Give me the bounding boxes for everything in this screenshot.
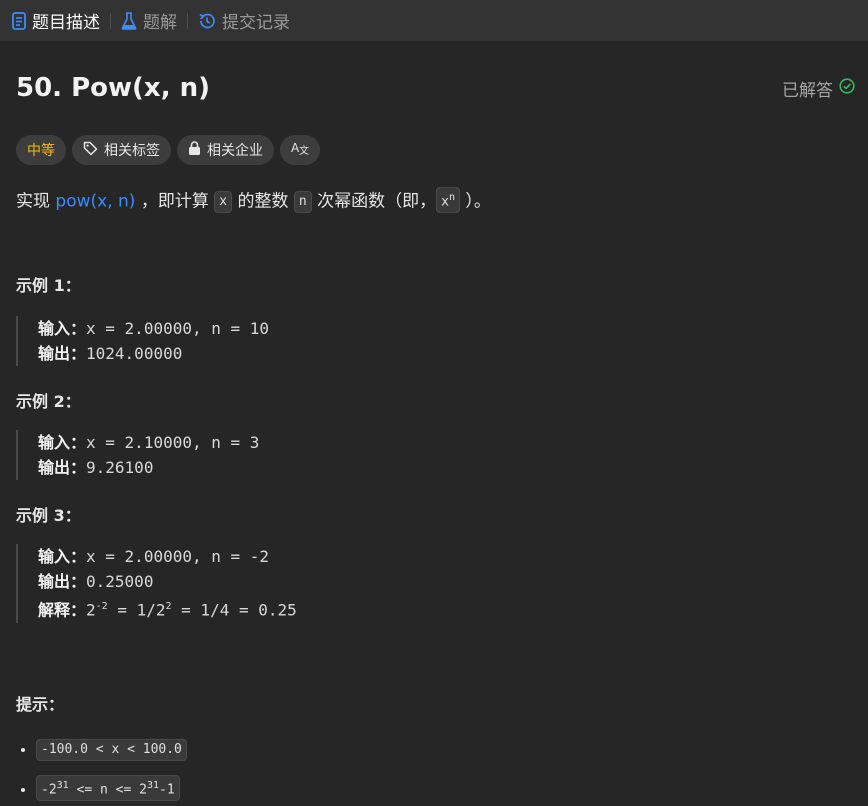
related-companies-button[interactable]: 相关企业 [177, 135, 274, 165]
problem-description: 实现 pow(x, n) ，即计算 x 的整数 n 次幂函数（即， xn ）。 [16, 187, 852, 214]
example-block: 输入：x = 2.10000, n = 3 输出：9.26100 [16, 430, 852, 481]
explain-label: 解释： [38, 600, 87, 620]
exponent: n [448, 192, 455, 203]
solved-label: 已解答 [782, 80, 833, 101]
constraint-text: <= n <= 2 [68, 781, 147, 797]
lock-icon [188, 140, 201, 160]
constraints-list: -100.0 < x < 100.0 -231 <= n <= 231-1 [16, 738, 852, 801]
output-label: 输出： [38, 458, 87, 478]
example-input: x = 2.00000, n = -2 [86, 547, 270, 567]
tag-row: 中等 相关标签 相关企业 A文 [16, 135, 852, 165]
explain-text: = 1/4 = 0.25 [171, 600, 297, 620]
output-label: 输出： [38, 344, 87, 364]
pow-link[interactable]: pow(x, n) [55, 191, 135, 211]
tab-label: 题解 [143, 13, 177, 33]
constraint-code: -231 <= n <= 231-1 [36, 774, 180, 801]
desc-text: ）。 [459, 191, 491, 212]
desc-text: 次幂函数（即， [311, 191, 437, 212]
flask-icon [121, 11, 137, 30]
list-item: -231 <= n <= 231-1 [36, 774, 852, 801]
tab-bar: 题目描述 题解 提交记录 [0, 0, 868, 41]
code-x-pow-n: xn [436, 187, 460, 214]
svg-text:文: 文 [299, 144, 309, 155]
base: x [441, 194, 449, 210]
translate-button[interactable]: A文 [280, 135, 320, 165]
example-title: 示例 3： [16, 506, 81, 526]
desc-text: 实现 [16, 191, 56, 212]
code-x: x [214, 191, 233, 214]
example-title: 示例 1： [16, 276, 81, 296]
input-label: 输入： [38, 319, 87, 339]
solved-status: 已解答 [782, 76, 855, 101]
example-output: 0.25000 [86, 572, 154, 592]
constraint-code: -100.0 < x < 100.0 [36, 738, 187, 761]
tab-separator [110, 12, 111, 29]
tag-icon [83, 141, 98, 160]
tab-label: 题目描述 [32, 13, 100, 33]
constraints-title: 提示： [16, 694, 65, 714]
constraint-text: -2 [41, 781, 57, 797]
tab-solutions[interactable]: 题解 [121, 8, 177, 33]
desc-text: 的整数 [232, 191, 294, 212]
document-icon [12, 11, 26, 30]
example-input: x = 2.10000, n = 3 [86, 433, 260, 453]
difficulty-badge[interactable]: 中等 [16, 135, 66, 165]
problem-panel: 50. Pow(x, n) 已解答 中等 相关标签 相关企业 A文 实现 pow… [0, 41, 868, 801]
explain-sup: -2 [95, 601, 108, 613]
example-title: 示例 2： [16, 392, 81, 412]
explain-text: 2 [86, 600, 96, 620]
desc-text: ，即计算 [135, 191, 215, 212]
history-icon [198, 12, 216, 30]
tab-submissions[interactable]: 提交记录 [198, 8, 290, 33]
problem-title: 50. Pow(x, n) [16, 73, 211, 103]
example-block: 输入：x = 2.00000, n = 10 输出：1024.00000 [16, 316, 852, 367]
tab-label: 提交记录 [222, 13, 290, 33]
related-tags-button[interactable]: 相关标签 [72, 135, 171, 165]
tag-label: 相关企业 [207, 143, 263, 159]
check-circle-icon [839, 77, 855, 99]
explain-text: = 1/2 [107, 600, 166, 620]
input-label: 输入： [38, 547, 87, 567]
list-item: -100.0 < x < 100.0 [36, 738, 852, 761]
output-label: 输出： [38, 572, 87, 592]
example-output: 9.26100 [86, 458, 154, 478]
tab-description[interactable]: 题目描述 [12, 8, 100, 33]
constraint-sup: 31 [146, 779, 160, 791]
example-output: 1024.00000 [86, 344, 183, 364]
example-input: x = 2.00000, n = 10 [86, 319, 270, 339]
constraint-sup: 31 [56, 779, 69, 791]
tag-label: 相关标签 [104, 143, 160, 159]
code-n: n [293, 191, 312, 214]
example-block: 输入：x = 2.00000, n = -2 输出：0.25000 解释：2-2… [16, 544, 852, 623]
tab-separator [187, 12, 188, 29]
input-label: 输入： [38, 433, 87, 453]
translate-icon: A文 [291, 141, 309, 159]
constraint-text: -1 [159, 781, 175, 797]
